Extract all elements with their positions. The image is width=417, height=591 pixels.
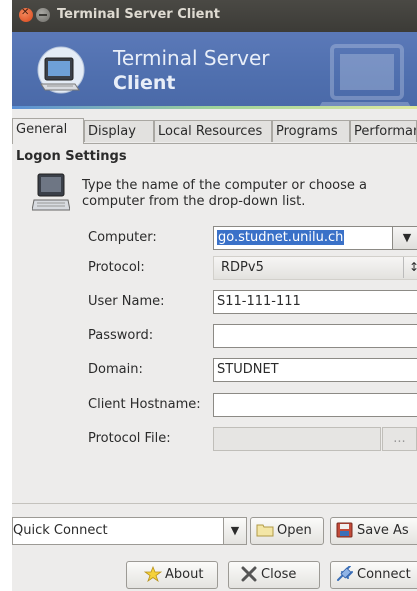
protocol-file-input[interactable] xyxy=(213,427,381,451)
tab-bar: General Display Local Resources Programs… xyxy=(12,118,417,144)
tab-display[interactable]: Display xyxy=(84,120,154,142)
quick-connect-dropdown-button[interactable]: ▼ xyxy=(223,517,247,545)
folder-icon xyxy=(256,524,274,536)
computer-icon xyxy=(32,173,70,211)
save-as-button[interactable]: Save As xyxy=(330,517,417,545)
banner-title-line1: Terminal Server xyxy=(113,46,270,70)
client-hostname-input[interactable] xyxy=(213,393,417,417)
client-hostname-label: Client Hostname: xyxy=(88,397,201,412)
about-button[interactable]: About xyxy=(126,561,218,589)
computer-dropdown-button[interactable]: ▼ xyxy=(392,226,417,250)
computer-input[interactable]: go.studnet.unilu.ch xyxy=(213,226,393,250)
terminal-server-client-window: Terminal Server Client Terminal Server C… xyxy=(12,0,417,591)
logon-instructions: Type the name of the computer or choose … xyxy=(82,178,368,209)
connect-button[interactable]: Connect xyxy=(330,561,417,589)
computer-value: go.studnet.unilu.ch xyxy=(217,230,345,245)
protocol-select[interactable]: RDPv5 ↕ xyxy=(213,256,417,280)
x-icon xyxy=(241,566,257,581)
protocol-value: RDPv5 xyxy=(221,260,264,275)
minimize-icon[interactable] xyxy=(36,8,50,22)
computer-watermark-icon xyxy=(318,44,412,108)
star-icon xyxy=(144,565,162,582)
updown-icon: ↕ xyxy=(402,257,417,278)
banner-title-line2: Client xyxy=(113,72,176,94)
tab-general[interactable]: General xyxy=(12,118,84,144)
computer-icon xyxy=(37,46,85,94)
username-input[interactable]: S11-111-111 xyxy=(213,290,417,314)
chevron-down-icon: ▼ xyxy=(402,231,412,244)
logon-settings-heading: Logon Settings xyxy=(16,149,127,164)
about-button-label: About xyxy=(165,567,204,582)
browse-button[interactable]: ... xyxy=(382,427,417,451)
tab-performance[interactable]: Performance xyxy=(350,120,417,142)
close-button[interactable]: Close xyxy=(228,561,320,589)
save-as-button-label: Save As xyxy=(357,523,409,538)
connect-icon xyxy=(337,565,353,581)
title-bar[interactable]: Terminal Server Client xyxy=(12,0,417,32)
window-title: Terminal Server Client xyxy=(57,7,220,22)
quick-connect-combo[interactable]: Quick Connect xyxy=(12,517,246,545)
divider xyxy=(12,503,417,504)
computer-label: Computer: xyxy=(88,230,157,245)
open-button-label: Open xyxy=(277,523,312,538)
protocol-label: Protocol: xyxy=(88,260,145,275)
close-button-label: Close xyxy=(261,567,297,582)
save-icon xyxy=(336,522,353,537)
password-label: Password: xyxy=(88,328,154,343)
password-input[interactable] xyxy=(213,324,417,348)
protocol-file-label: Protocol File: xyxy=(88,431,171,446)
open-button[interactable]: Open xyxy=(250,517,324,545)
quick-connect-value: Quick Connect xyxy=(13,523,108,538)
domain-label: Domain: xyxy=(88,362,143,377)
banner-divider xyxy=(12,106,417,109)
close-icon[interactable] xyxy=(19,7,33,22)
username-label: User Name: xyxy=(88,294,165,309)
connect-button-label: Connect xyxy=(357,567,411,582)
header-banner: Terminal Server Client xyxy=(12,32,417,108)
tab-local-resources[interactable]: Local Resources xyxy=(154,120,272,142)
chevron-down-icon: ▼ xyxy=(230,524,240,537)
domain-input[interactable]: STUDNET xyxy=(213,358,417,382)
tab-programs[interactable]: Programs xyxy=(272,120,350,142)
